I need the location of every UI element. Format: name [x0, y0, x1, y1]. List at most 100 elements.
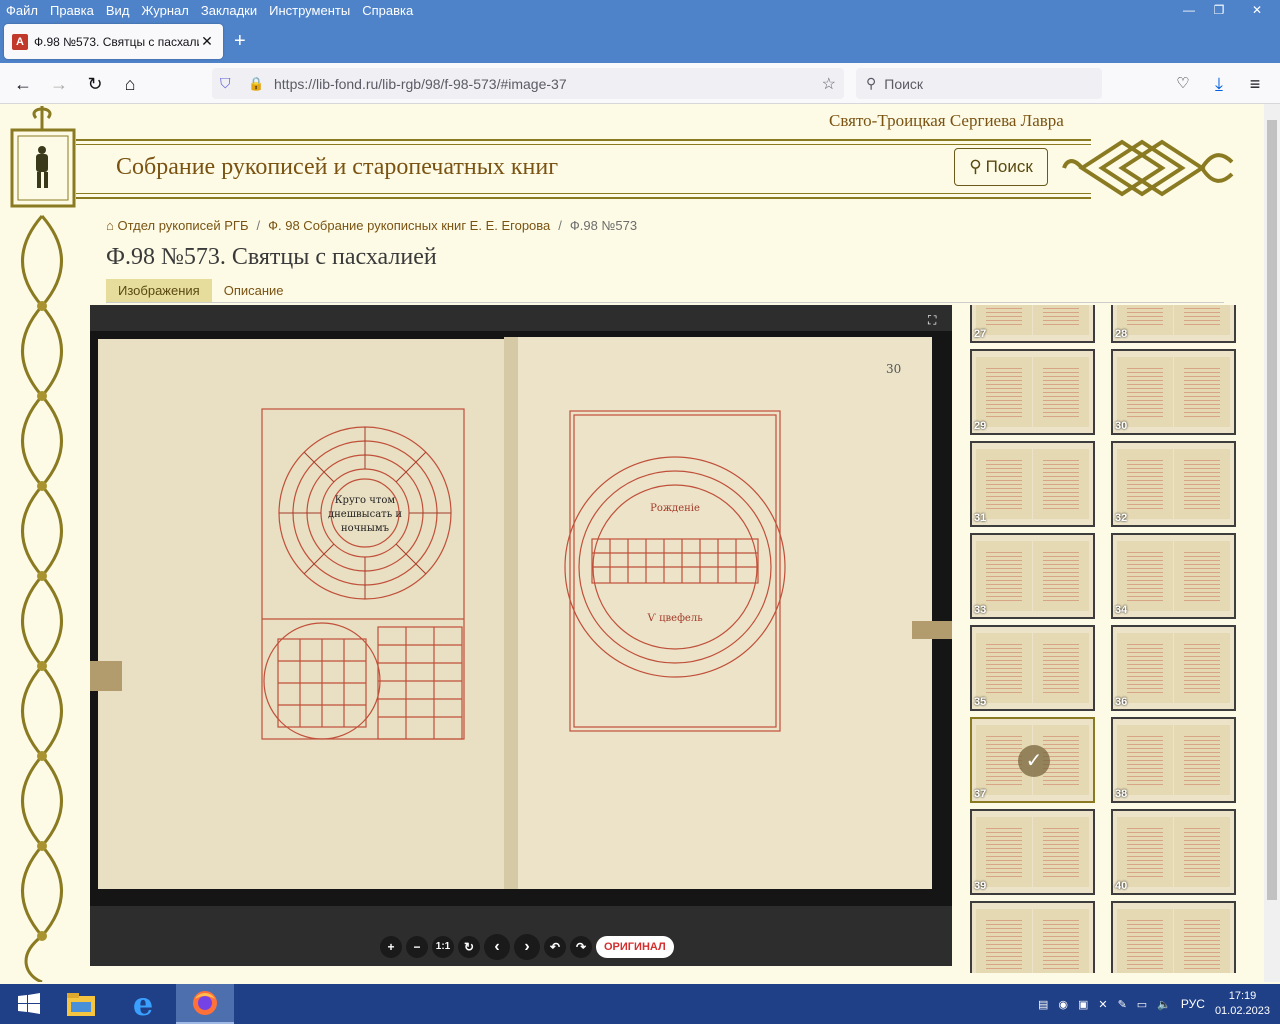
home-icon[interactable]: ⌂	[117, 71, 143, 97]
new-tab-icon[interactable]: +	[234, 30, 246, 53]
thumbnail-page	[976, 633, 1032, 703]
scrollbar-thumb[interactable]	[1267, 120, 1277, 900]
home-icon: ⌂	[106, 218, 114, 233]
thumbnail-page	[976, 541, 1032, 611]
thumbnail-item[interactable]: 35	[970, 625, 1095, 711]
next-image-button[interactable]: ›	[514, 934, 540, 960]
pocket-icon[interactable]: ♡	[1170, 71, 1196, 97]
ie-taskbar-button[interactable]: e	[114, 984, 172, 1024]
reload-icon[interactable]: ↻	[82, 71, 108, 97]
breadcrumb-home[interactable]: ⌂ Отдел рукописей РГБ	[106, 218, 249, 233]
thumbnail-page	[1117, 725, 1173, 795]
network-icon[interactable]: ▤	[1038, 998, 1048, 1011]
back-icon[interactable]: ←	[10, 71, 36, 97]
menu-edit[interactable]: Правка	[44, 3, 100, 18]
svg-text:Круго чтом: Круго чтом	[335, 495, 396, 506]
site-search-button[interactable]: ⚲ Поиск	[954, 148, 1048, 186]
url-bar[interactable]: ⛉ 🔒 https://lib-fond.ru/lib-rgb/98/f-98-…	[212, 68, 844, 99]
actual-size-button[interactable]: 1:1	[432, 936, 454, 958]
tab-images[interactable]: Изображения	[106, 279, 212, 302]
search-placeholder: Поиск	[884, 75, 924, 92]
thumbnail-item[interactable]: 30	[1111, 349, 1236, 435]
thumbnail-page	[976, 357, 1032, 427]
fullscreen-icon[interactable]: ⛶	[928, 313, 944, 329]
thumbnail-number: 39	[974, 880, 987, 892]
thumbnail-number: 36	[1115, 696, 1128, 708]
page-content: Свято-Троицкая Сергиева Лавра Собрание р…	[0, 104, 1264, 982]
display-icon[interactable]: ▭	[1137, 998, 1147, 1011]
previous-image-button[interactable]: ‹	[484, 934, 510, 960]
thumbnail-page	[976, 817, 1032, 887]
menu-bookmarks[interactable]: Закладки	[195, 3, 263, 18]
thumbnail-item[interactable]: 27	[970, 305, 1095, 343]
thumbnail-item[interactable]	[1111, 901, 1236, 973]
manuscript-image[interactable]: Круго чтом днешвысать и ночнымъ Рожденіе…	[90, 331, 952, 932]
thumbnail-page	[1117, 817, 1173, 887]
original-button[interactable]: ОРИГИНАЛ	[596, 936, 674, 958]
start-button[interactable]	[0, 984, 58, 1024]
menu-view[interactable]: Вид	[100, 3, 136, 18]
zoom-out-button[interactable]: −	[406, 936, 428, 958]
page-scrollbar[interactable]	[1264, 104, 1280, 982]
rotate-button[interactable]: ↻	[458, 936, 480, 958]
tab-bar: A Ф.98 №573. Святцы с пасхалие ✕ +	[0, 20, 1280, 63]
app-tray-icon[interactable]: ▣	[1078, 998, 1088, 1011]
thumbnail-strip[interactable]: 27 28 29 30 31 32 33 34 35 36 ✓ 37 38 39 40	[968, 305, 1238, 973]
language-indicator[interactable]: РУС	[1181, 997, 1205, 1011]
minimize-icon[interactable]: —	[1174, 0, 1204, 20]
site-title[interactable]: Собрание рукописей и старопечатных книг	[116, 154, 558, 181]
forward-icon[interactable]: →	[46, 71, 72, 97]
menu-tools[interactable]: Инструменты	[263, 3, 356, 18]
network-error-icon[interactable]: ✕	[1098, 998, 1107, 1011]
menu-hamburger-icon[interactable]: ≡	[1242, 71, 1268, 97]
close-window-icon[interactable]: ✕	[1234, 0, 1280, 20]
menu-file[interactable]: Файл	[0, 3, 44, 18]
thumbnail-page	[1174, 909, 1230, 973]
thumbnail-page	[1174, 449, 1230, 519]
search-input[interactable]: ⚲ Поиск	[856, 68, 1102, 99]
thumbnail-page	[1174, 725, 1230, 795]
restore-icon[interactable]: ❐	[1204, 0, 1234, 20]
thumbnail-item[interactable]: 32	[1111, 441, 1236, 527]
thumbnail-page	[1117, 541, 1173, 611]
firefox-taskbar-button[interactable]	[176, 984, 234, 1024]
breadcrumb-fond[interactable]: Ф. 98 Собрание рукописных книг Е. Е. Его…	[268, 218, 550, 233]
firefox-icon	[193, 991, 217, 1015]
tool-tray-icon[interactable]: ✎	[1118, 998, 1127, 1011]
svg-text:ночнымъ: ночнымъ	[341, 523, 389, 534]
thumbnail-item[interactable]: ✓ 37	[970, 717, 1095, 803]
thumbnail-page	[1174, 357, 1230, 427]
selected-check-icon: ✓	[1018, 745, 1050, 777]
volume-icon[interactable]: 🔈	[1157, 998, 1171, 1011]
thumbnail-item[interactable]: 34	[1111, 533, 1236, 619]
explorer-taskbar-button[interactable]	[52, 984, 110, 1024]
thumbnail-item[interactable]: 29	[970, 349, 1095, 435]
thumbnail-item[interactable]: 40	[1111, 809, 1236, 895]
browser-tab[interactable]: A Ф.98 №573. Святцы с пасхалие ✕	[4, 24, 223, 59]
zoom-in-button[interactable]: +	[380, 936, 402, 958]
internet-explorer-icon: e	[132, 985, 154, 1023]
thumbnail-number: 30	[1115, 420, 1128, 432]
clock[interactable]: 17:19 01.02.2023	[1215, 989, 1270, 1019]
thumbnail-item[interactable]: 38	[1111, 717, 1236, 803]
tab-description[interactable]: Описание	[212, 279, 296, 302]
thumbnail-item[interactable]: 33	[970, 533, 1095, 619]
shield-icon[interactable]: ⛉	[220, 75, 231, 92]
menu-help[interactable]: Справка	[356, 3, 419, 18]
close-tab-icon[interactable]: ✕	[199, 33, 215, 50]
thumbnail-item[interactable]: 39	[970, 809, 1095, 895]
lock-icon: 🔒	[248, 75, 265, 91]
download-icon[interactable]: ⤓	[1206, 71, 1232, 97]
image-viewer[interactable]: Круго чтом днешвысать и ночнымъ Рожденіе…	[90, 305, 952, 966]
security-icon[interactable]: ◉	[1058, 998, 1068, 1011]
thumbnail-item[interactable]	[970, 901, 1095, 973]
thumbnail-item[interactable]: 36	[1111, 625, 1236, 711]
bookmark-star-icon[interactable]: ☆	[822, 74, 836, 94]
redo-button[interactable]: ↷	[570, 936, 592, 958]
windows-icon	[18, 993, 40, 1014]
thumbnail-item[interactable]: 28	[1111, 305, 1236, 343]
thumbnail-item[interactable]: 31	[970, 441, 1095, 527]
undo-button[interactable]: ↶	[544, 936, 566, 958]
system-tray: ▤ ◉ ▣ ✕ ✎ ▭ 🔈 РУС 17:19 01.02.2023	[1038, 984, 1270, 1024]
menu-history[interactable]: Журнал	[135, 3, 194, 18]
